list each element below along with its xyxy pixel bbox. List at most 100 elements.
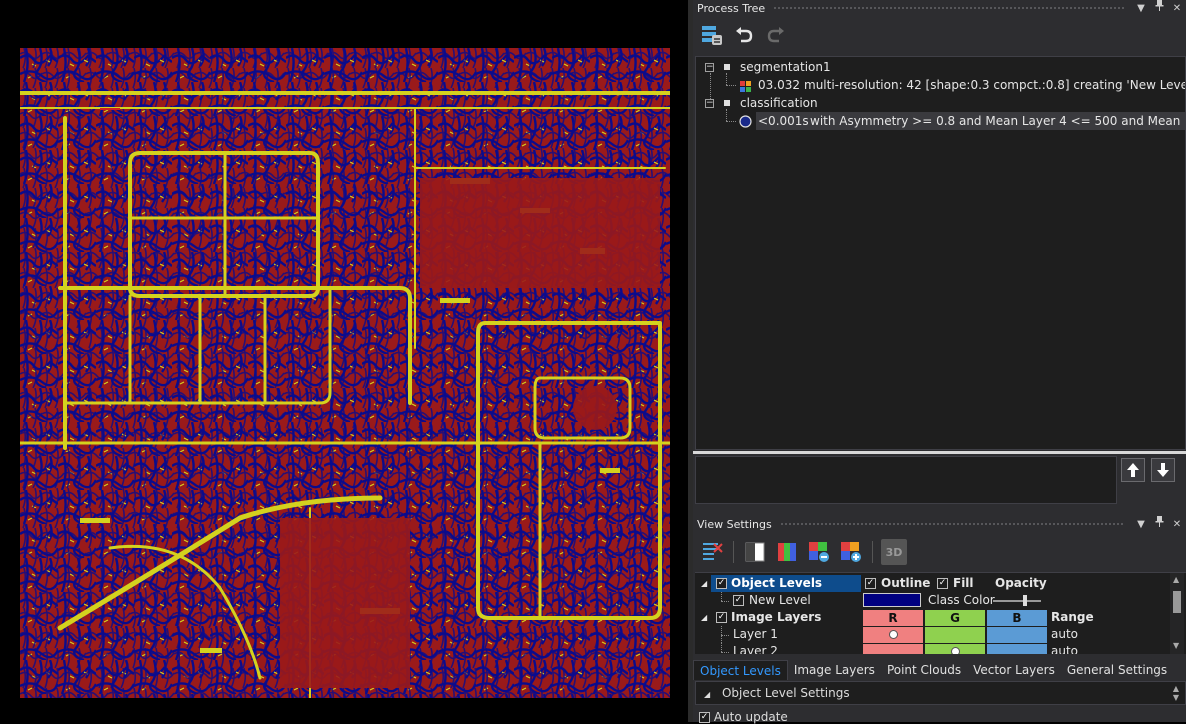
- segmentation-map[interactable]: [20, 48, 670, 698]
- outline-color-swatch[interactable]: [863, 593, 921, 607]
- layer-row[interactable]: Layer 1 auto: [695, 626, 1175, 643]
- close-icon[interactable]: ✕: [1168, 517, 1186, 532]
- layer-name: Layer 2: [733, 644, 778, 654]
- scrollbar-thumb: [1173, 591, 1181, 613]
- layer-row[interactable]: Layer 2 auto: [695, 643, 1175, 654]
- tree-node-segmentation1[interactable]: − segmentation1: [696, 58, 1176, 76]
- scroll-up-icon: ▲: [1173, 575, 1180, 584]
- radio-selected-icon: [888, 630, 898, 639]
- scroll-down-icon: ▼: [1173, 641, 1180, 650]
- panel-divider[interactable]: [693, 451, 1186, 454]
- blue-channel-cell[interactable]: [987, 627, 1047, 643]
- range-label: Range: [1051, 610, 1094, 624]
- image-viewer[interactable]: [0, 0, 688, 722]
- radio-selected-icon: [950, 647, 960, 654]
- process-description-box[interactable]: [695, 456, 1117, 504]
- remove-layer-icon[interactable]: [806, 539, 832, 565]
- object-level-settings-row[interactable]: ◢ Object Level Settings ▲ ▼: [695, 681, 1186, 705]
- tree-node-label: segmentation1: [740, 60, 831, 74]
- fill-checkbox[interactable]: ✓: [937, 578, 948, 589]
- rgb-layers-icon[interactable]: [774, 539, 800, 565]
- view-settings-titlebar: View Settings ▼ ✕: [693, 516, 1186, 532]
- close-icon[interactable]: ✕: [1168, 1, 1186, 16]
- image-layers-label: Image Layers: [731, 610, 822, 624]
- red-channel-cell[interactable]: [863, 644, 923, 654]
- right-dock: Process Tree ▼ ✕ − segmentation1 03.032 …: [693, 0, 1186, 724]
- auto-update-checkbox[interactable]: ✓: [699, 712, 710, 723]
- outline-checkbox[interactable]: ✓: [865, 578, 876, 589]
- collapse-icon[interactable]: −: [705, 99, 714, 108]
- tree-node-label: with Asymmetry >= 0.8 and Mean Layer 4 <…: [810, 114, 1185, 128]
- three-d-label: 3D: [885, 545, 903, 559]
- image-layers-checkbox[interactable]: ✓: [716, 612, 727, 623]
- move-up-button[interactable]: [1121, 458, 1145, 482]
- add-layer-icon[interactable]: [838, 539, 864, 565]
- tree-node-assign-class[interactable]: <0.001s with Asymmetry >= 0.8 and Mean L…: [739, 112, 1185, 130]
- tab-object-levels[interactable]: Object Levels: [693, 660, 788, 680]
- view-settings-list[interactable]: ◢ ✓ Object Levels ✓ Outline ✓ Fill Opaci…: [695, 572, 1186, 654]
- tab-point-clouds[interactable]: Point Clouds: [881, 660, 967, 680]
- spinner-icon[interactable]: ▲ ▼: [1173, 684, 1179, 702]
- title-grip: [779, 521, 1124, 527]
- fill-label: Fill: [953, 576, 974, 590]
- process-tree-titlebar: Process Tree ▼ ✕: [693, 0, 1186, 16]
- layer-name: Layer 1: [733, 627, 778, 641]
- collapse-icon[interactable]: −: [705, 63, 714, 72]
- tree-node-label: classification: [740, 96, 818, 110]
- pin-icon[interactable]: [1150, 0, 1168, 16]
- tree-node-label: multi-resolution: 42 [shape:0.3 compct.:…: [804, 78, 1186, 92]
- blue-channel-cell[interactable]: [987, 644, 1047, 654]
- class-color-label: Class Color: [928, 593, 995, 607]
- tab-general-settings[interactable]: General Settings: [1061, 660, 1173, 680]
- tree-node-time: <0.001s: [758, 114, 809, 128]
- new-level-row[interactable]: ✓ New Level Class Color: [695, 592, 1175, 609]
- process-node-icon: [724, 100, 730, 106]
- opacity-slider[interactable]: [993, 600, 1041, 602]
- green-channel-cell[interactable]: [925, 627, 985, 643]
- object-level-settings-label: Object Level Settings: [721, 686, 850, 700]
- redo-icon[interactable]: [763, 22, 789, 48]
- object-levels-label: Object Levels: [731, 576, 823, 590]
- object-levels-row[interactable]: ◢ ✓ Object Levels ✓ Outline ✓ Fill Opaci…: [695, 575, 1175, 592]
- layer-list-edit-icon[interactable]: [699, 539, 725, 565]
- new-level-label: New Level: [749, 593, 811, 607]
- tree-node-classification[interactable]: − classification: [696, 94, 1176, 112]
- view-settings-toolbar: 3D: [693, 539, 1186, 565]
- tab-image-layers[interactable]: Image Layers: [788, 660, 881, 680]
- expand-triangle-icon[interactable]: ◢: [701, 575, 707, 592]
- expand-triangle-icon[interactable]: ◢: [701, 609, 707, 626]
- image-layers-row[interactable]: ◢ ✓ Image Layers R G B Range: [695, 609, 1175, 626]
- expand-triangle-icon[interactable]: ◢: [704, 690, 710, 699]
- tab-vector-layers[interactable]: Vector Layers: [967, 660, 1061, 680]
- dropdown-icon[interactable]: ▼: [1132, 517, 1150, 532]
- process-tree[interactable]: − segmentation1 03.032 multi-resolution:…: [695, 56, 1186, 450]
- vertical-scrollbar[interactable]: ▲ ▼: [1170, 573, 1184, 654]
- undo-icon[interactable]: [731, 22, 757, 48]
- split-view-icon[interactable]: [742, 539, 768, 565]
- layer-range: auto: [1051, 644, 1079, 654]
- view-settings-tabs: Object Levels Image Layers Point Clouds …: [693, 660, 1186, 680]
- red-channel-header: R: [863, 610, 923, 626]
- title-grip: [773, 5, 1124, 11]
- tree-node-multiresolution[interactable]: 03.032 multi-resolution: 42 [shape:0.3 c…: [696, 76, 1185, 94]
- three-d-button[interactable]: 3D: [881, 539, 907, 565]
- toolbar-separator: [733, 541, 734, 563]
- view-settings-title: View Settings: [697, 517, 772, 531]
- outline-label: Outline: [881, 576, 931, 590]
- process-tree-toolbar: [693, 22, 1186, 48]
- green-channel-cell[interactable]: [925, 644, 985, 654]
- multiresolution-icon: [740, 79, 751, 92]
- red-channel-cell[interactable]: [863, 627, 923, 643]
- opacity-slider-thumb[interactable]: [1023, 595, 1027, 606]
- process-database-icon[interactable]: [699, 22, 725, 48]
- dropdown-icon[interactable]: ▼: [1132, 1, 1150, 16]
- classification-circle-icon: [739, 115, 752, 128]
- green-channel-header: G: [925, 610, 985, 626]
- new-level-checkbox[interactable]: ✓: [733, 595, 744, 606]
- move-down-button[interactable]: [1151, 458, 1175, 482]
- toolbar-separator: [872, 541, 873, 563]
- opacity-label: Opacity: [995, 576, 1047, 590]
- object-levels-checkbox[interactable]: ✓: [716, 578, 727, 589]
- pin-icon[interactable]: [1150, 516, 1168, 532]
- arrow-down-icon: [1157, 463, 1169, 477]
